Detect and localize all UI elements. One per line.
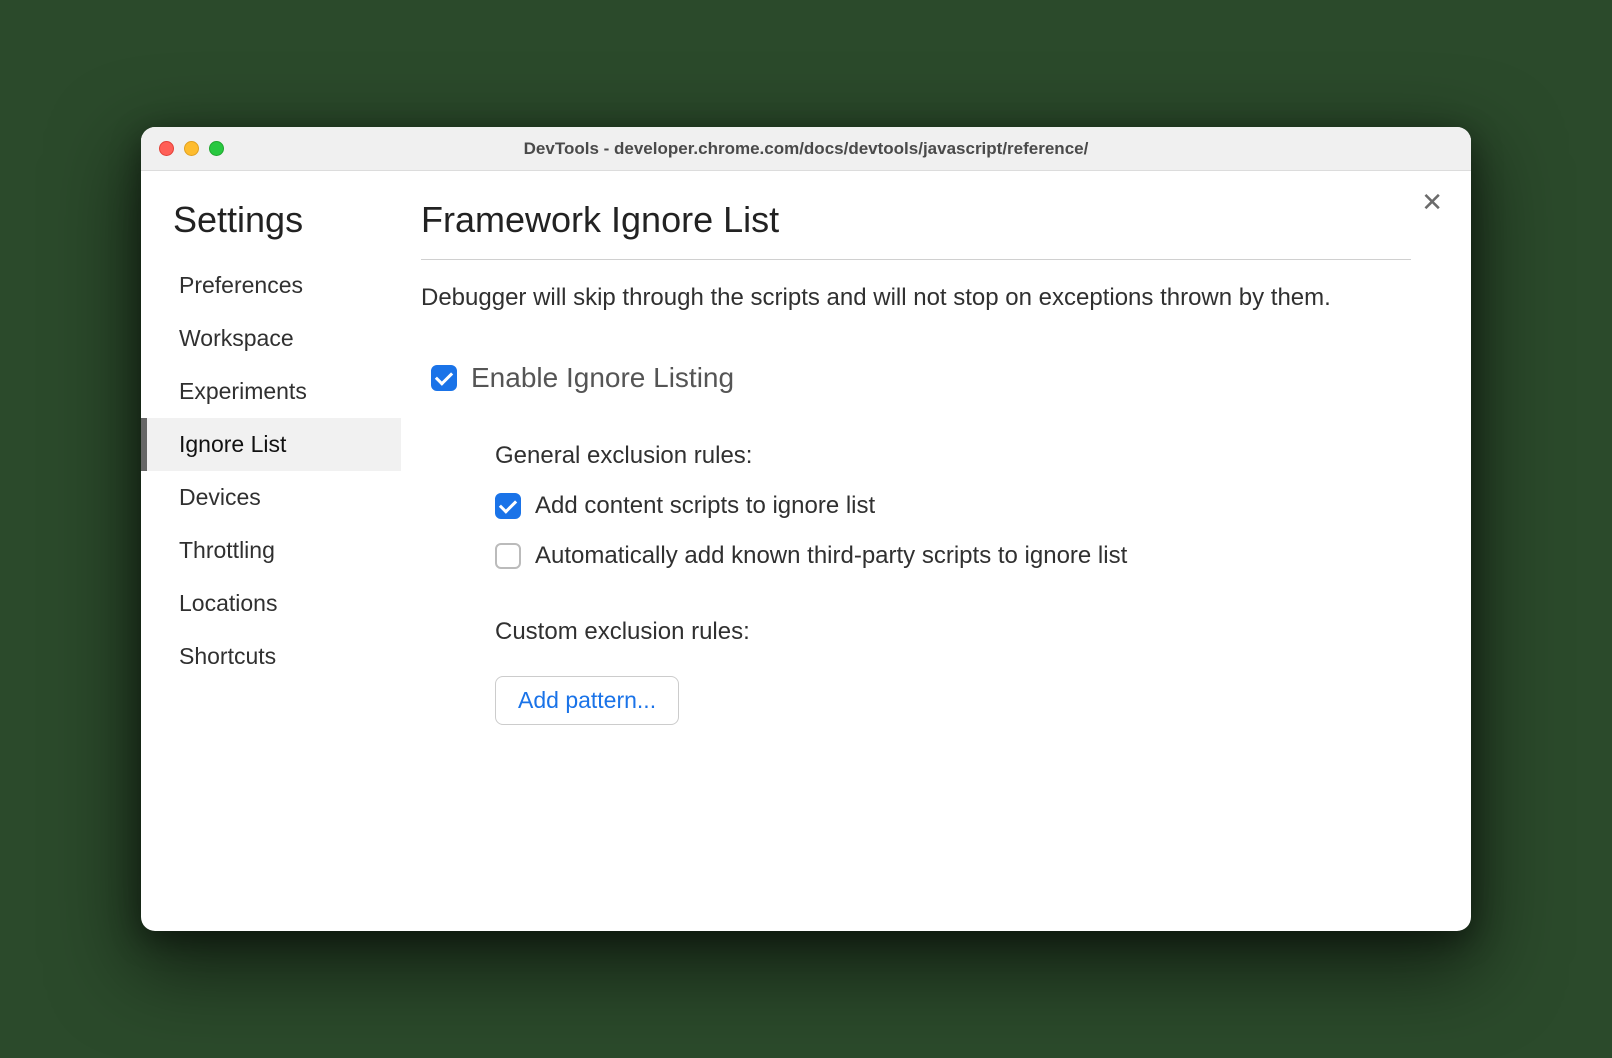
settings-sidebar: Settings Preferences Workspace Experimen… — [141, 171, 401, 931]
enable-ignore-listing-row: Enable Ignore Listing — [431, 362, 1411, 394]
sidebar-item-label: Devices — [179, 484, 261, 510]
minimize-window-button[interactable] — [184, 141, 199, 156]
page-description: Debugger will skip through the scripts a… — [421, 282, 1411, 314]
maximize-window-button[interactable] — [209, 141, 224, 156]
traffic-lights — [159, 141, 224, 156]
page-heading: Framework Ignore List — [421, 199, 1411, 260]
window-title: DevTools - developer.chrome.com/docs/dev… — [141, 139, 1471, 159]
sidebar-item-label: Shortcuts — [179, 643, 276, 669]
sidebar-item-label: Experiments — [179, 378, 307, 404]
general-rules-heading: General exclusion rules: — [495, 442, 1411, 470]
add-pattern-button[interactable]: Add pattern... — [495, 676, 679, 725]
rule-third-party-row: Automatically add known third-party scri… — [495, 542, 1411, 570]
rule-content-scripts-label: Add content scripts to ignore list — [535, 492, 875, 520]
sidebar-item-ignore-list[interactable]: Ignore List — [141, 418, 401, 471]
rule-third-party-checkbox[interactable] — [495, 543, 521, 569]
sidebar-title: Settings — [141, 199, 401, 259]
content-area: ✕ Settings Preferences Workspace Experim… — [141, 171, 1471, 931]
rule-content-scripts-row: Add content scripts to ignore list — [495, 492, 1411, 520]
custom-rules-heading: Custom exclusion rules: — [495, 618, 1411, 646]
sidebar-item-shortcuts[interactable]: Shortcuts — [141, 630, 401, 683]
sidebar-item-label: Locations — [179, 590, 277, 616]
sidebar-item-preferences[interactable]: Preferences — [141, 259, 401, 312]
devtools-window: DevTools - developer.chrome.com/docs/dev… — [141, 127, 1471, 931]
sidebar-item-locations[interactable]: Locations — [141, 577, 401, 630]
enable-ignore-listing-checkbox[interactable] — [431, 365, 457, 391]
close-icon[interactable]: ✕ — [1421, 189, 1443, 215]
sidebar-item-throttling[interactable]: Throttling — [141, 524, 401, 577]
sidebar-item-experiments[interactable]: Experiments — [141, 365, 401, 418]
rule-third-party-label: Automatically add known third-party scri… — [535, 542, 1127, 570]
general-exclusion-section: General exclusion rules: Add content scr… — [495, 442, 1411, 725]
sidebar-item-devices[interactable]: Devices — [141, 471, 401, 524]
sidebar-item-label: Throttling — [179, 537, 275, 563]
sidebar-item-label: Preferences — [179, 272, 303, 298]
rule-content-scripts-checkbox[interactable] — [495, 493, 521, 519]
titlebar: DevTools - developer.chrome.com/docs/dev… — [141, 127, 1471, 171]
sidebar-item-label: Ignore List — [179, 431, 286, 457]
sidebar-item-label: Workspace — [179, 325, 294, 351]
enable-ignore-listing-label: Enable Ignore Listing — [471, 362, 734, 394]
close-window-button[interactable] — [159, 141, 174, 156]
sidebar-item-workspace[interactable]: Workspace — [141, 312, 401, 365]
main-panel: Framework Ignore List Debugger will skip… — [401, 171, 1471, 931]
